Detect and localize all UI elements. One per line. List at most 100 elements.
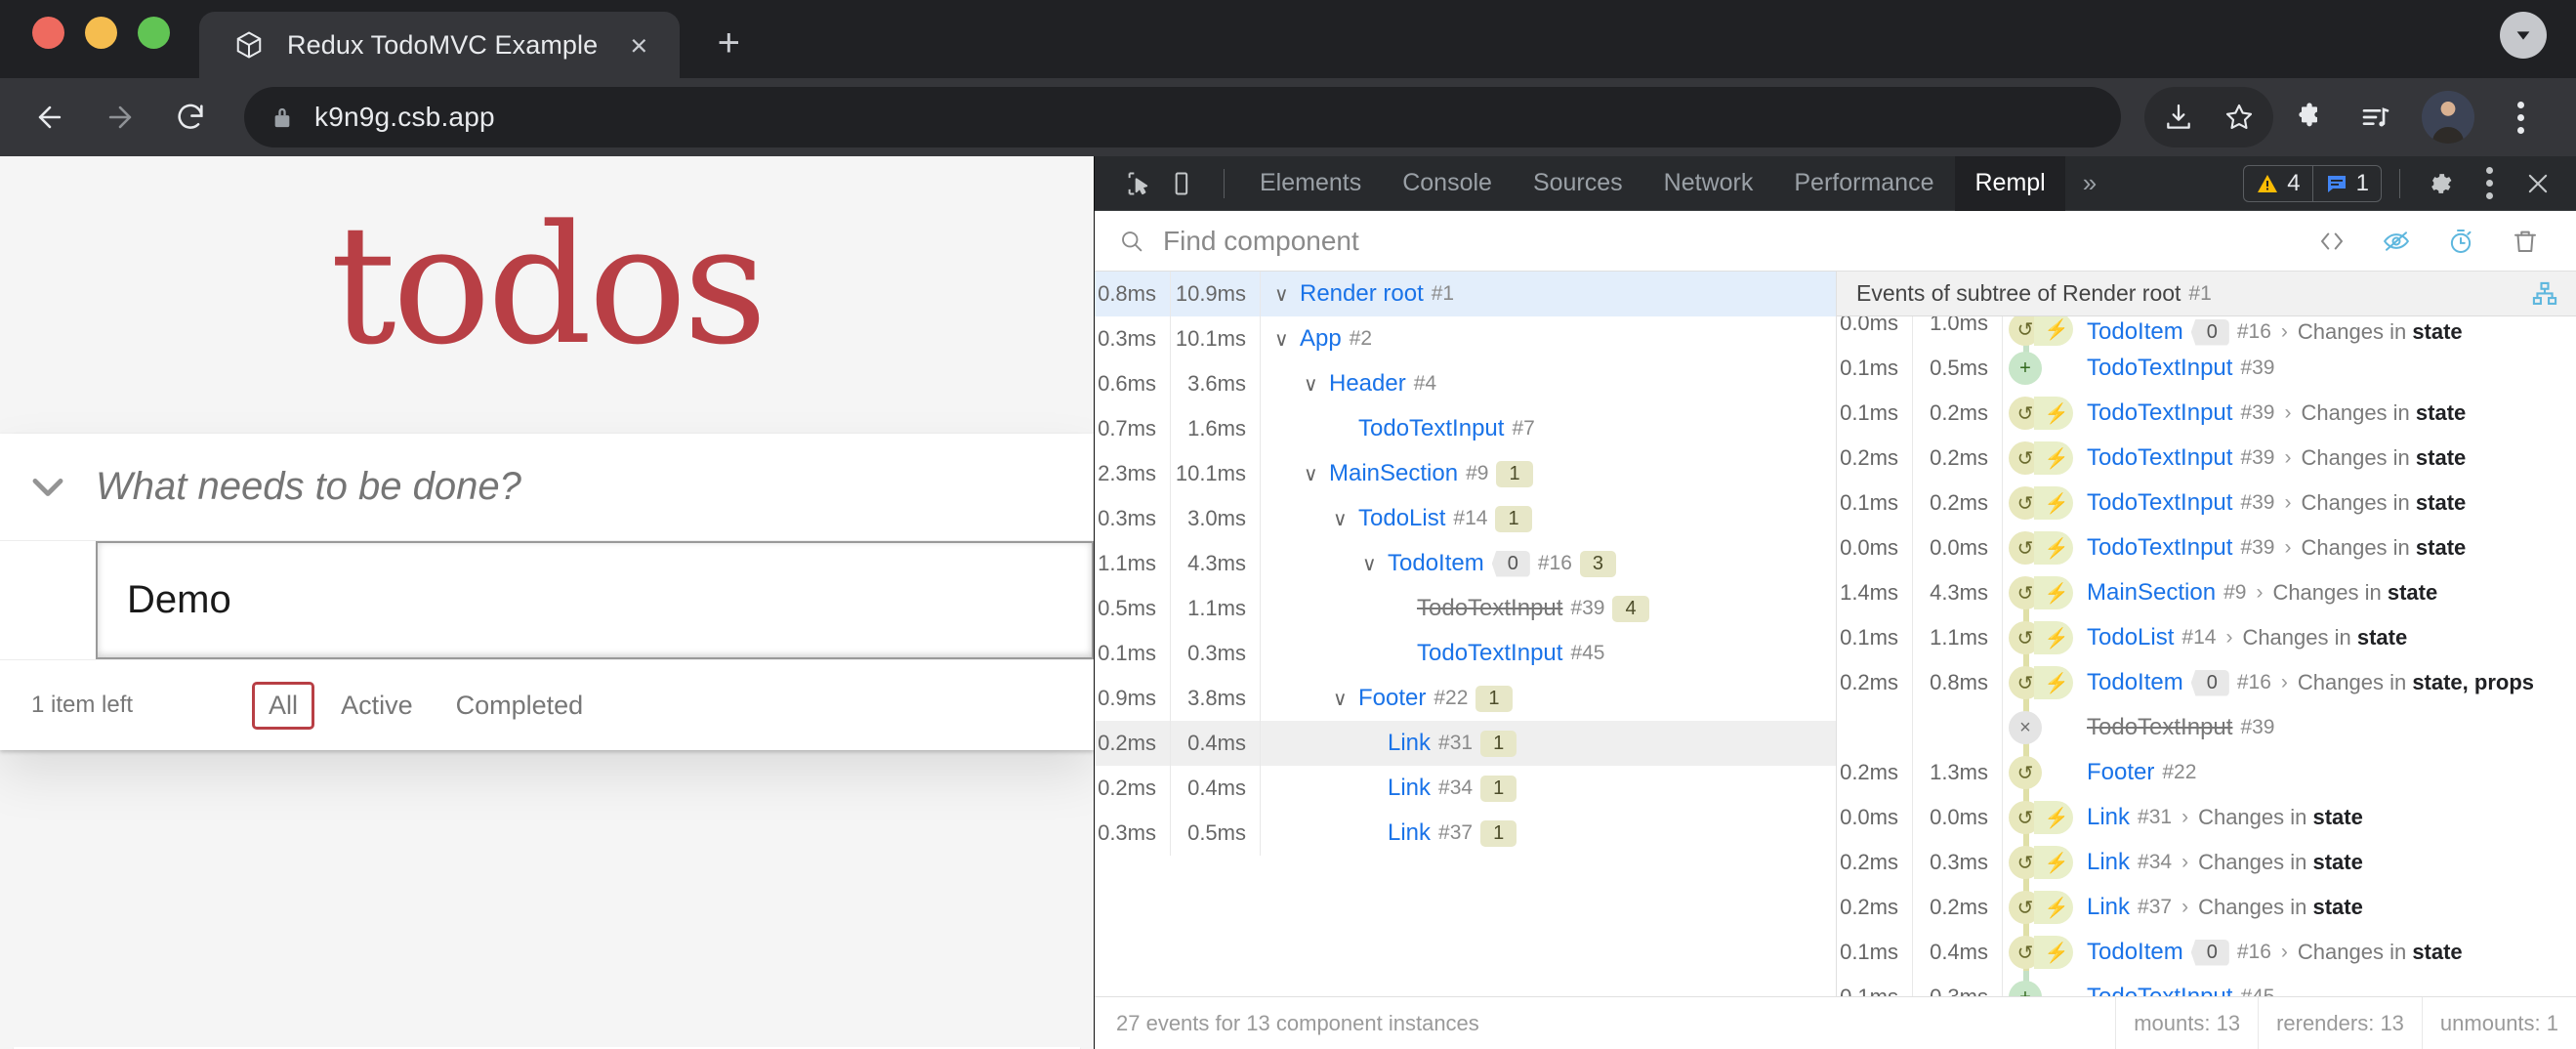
tree-row[interactable]: 1.1ms 4.3ms ∨ TodoItem 0 #16 3: [1095, 541, 1836, 586]
component-name[interactable]: TodoTextInput: [2087, 984, 2232, 996]
chevron-right-icon[interactable]: ›: [2180, 896, 2190, 919]
kebab-menu-icon[interactable]: [2467, 161, 2512, 206]
component-name[interactable]: TodoItem: [2087, 318, 2183, 346]
tab-rempl[interactable]: Rempl: [1955, 155, 2065, 211]
tree-row[interactable]: 0.2ms 0.4ms Link #31 1: [1095, 721, 1836, 766]
component-name[interactable]: TodoItem: [1388, 550, 1484, 577]
tree-row[interactable]: 0.3ms 3.0ms ∨ TodoList #14 1: [1095, 496, 1836, 541]
event-row[interactable]: × TodoTextInput #39: [1837, 701, 2576, 764]
tab-network[interactable]: Network: [1644, 156, 1773, 211]
event-row[interactable]: 0.1ms 1.1ms ↺ ⚡ TodoList #14 › Changes in state: [1837, 611, 2576, 674]
stopwatch-icon[interactable]: [2439, 220, 2482, 263]
event-row[interactable]: 0.1ms 0.2ms ↺ ⚡ TodoTextInput #39 › Changes in …: [1837, 391, 2576, 436]
chevron-down-icon[interactable]: ∨: [1333, 687, 1350, 711]
extensions-puzzle-icon[interactable]: [2279, 87, 2340, 147]
chevron-right-icon[interactable]: ›: [2282, 491, 2293, 515]
component-name[interactable]: Footer: [1358, 685, 1426, 712]
event-row[interactable]: 0.1ms 0.5ms + TodoTextInput #39: [1837, 342, 2576, 391]
component-name[interactable]: TodoTextInput: [1417, 640, 1562, 667]
chevron-right-icon[interactable]: ›: [2254, 581, 2264, 605]
component-name[interactable]: TodoTextInput: [1417, 595, 1562, 622]
filter-completed[interactable]: Completed: [439, 682, 601, 730]
profile-avatar[interactable]: [2422, 91, 2474, 144]
chevron-right-icon[interactable]: ›: [2282, 446, 2293, 470]
component-name[interactable]: MainSection: [1329, 460, 1458, 487]
close-icon[interactable]: ×: [619, 30, 658, 61]
event-row[interactable]: 0.1ms 0.4ms ↺ ⚡ TodoItem 0 #16 › Changes in stat…: [1837, 926, 2576, 988]
address-bar[interactable]: k9n9g.csb.app: [244, 87, 2121, 147]
chevron-right-icon[interactable]: ›: [2282, 401, 2293, 425]
todo-edit-input[interactable]: Demo: [96, 541, 1094, 659]
sitemap-icon[interactable]: [2531, 280, 2558, 308]
event-row[interactable]: 0.1ms0.3ms + TodoTextInput #45: [1837, 971, 2576, 996]
component-name[interactable]: Render root: [1300, 280, 1424, 308]
chevron-down-icon[interactable]: ∨: [1274, 282, 1292, 307]
chevron-right-icon[interactable]: ›: [2279, 941, 2290, 964]
component-name[interactable]: TodoList: [1358, 505, 1445, 532]
back-icon[interactable]: [20, 87, 80, 147]
download-chevron-icon[interactable]: [2500, 12, 2547, 59]
search-input[interactable]: [1163, 225, 2293, 257]
browser-tab[interactable]: Redux TodoMVC Example ×: [199, 12, 681, 78]
tab-sources[interactable]: Sources: [1514, 156, 1642, 211]
more-tabs-icon[interactable]: »: [2067, 168, 2112, 198]
tree-row[interactable]: 0.6ms 3.6ms ∨ Header #4: [1095, 361, 1836, 406]
component-name[interactable]: TodoTextInput: [2087, 399, 2232, 427]
minimize-window-button[interactable]: [85, 17, 117, 49]
component-name[interactable]: Link: [1388, 730, 1431, 757]
reload-icon[interactable]: [160, 87, 221, 147]
tree-row[interactable]: 0.2ms 0.4ms Link #34 1: [1095, 766, 1836, 811]
filter-active[interactable]: Active: [324, 682, 430, 730]
tree-row[interactable]: 0.8ms 10.9ms ∨ Render root #1: [1095, 272, 1836, 316]
component-name[interactable]: Link: [1388, 775, 1431, 802]
tree-row[interactable]: 0.1ms 0.3ms TodoTextInput #45: [1095, 631, 1836, 676]
event-row[interactable]: 1.4ms 4.3ms ↺ ⚡ MainSection #9 › Changes in sta…: [1837, 570, 2576, 629]
chevron-down-icon[interactable]: ∨: [1304, 462, 1321, 486]
chevron-right-icon[interactable]: ›: [2279, 320, 2290, 344]
events-list[interactable]: 0.0ms 1.0ms ↺ ⚡ TodoItem 0 #16 › Changes in stat…: [1837, 316, 2576, 996]
tree-row[interactable]: 2.3ms 10.1ms ∨ MainSection #9 1: [1095, 451, 1836, 496]
component-name[interactable]: TodoTextInput: [2087, 444, 2232, 472]
tab-console[interactable]: Console: [1383, 156, 1512, 211]
event-row[interactable]: 0.0ms 1.0ms ↺ ⚡ TodoItem 0 #16 › Changes in stat…: [1837, 316, 2576, 346]
new-todo-input[interactable]: [96, 465, 1094, 509]
chevron-down-icon[interactable]: ∨: [1362, 552, 1380, 576]
chevron-down-icon[interactable]: ∨: [1274, 327, 1292, 352]
chevron-down-icon[interactable]: ∨: [1304, 372, 1321, 397]
chevron-right-icon[interactable]: ›: [2279, 671, 2290, 694]
trash-icon[interactable]: [2504, 220, 2547, 263]
component-name[interactable]: MainSection: [2087, 579, 2216, 607]
component-name[interactable]: TodoTextInput: [2087, 714, 2232, 741]
bookmark-star-icon[interactable]: [2209, 87, 2269, 147]
tree-row[interactable]: 0.3ms 10.1ms ∨ App #2: [1095, 316, 1836, 361]
component-name[interactable]: TodoItem: [2087, 939, 2183, 966]
chevron-right-icon[interactable]: ›: [2180, 806, 2190, 829]
chevron-right-icon[interactable]: ›: [2282, 536, 2293, 560]
event-row[interactable]: 0.2ms 0.3ms ↺ ⚡ Link #34 › Changes in state: [1837, 836, 2576, 899]
component-name[interactable]: Link: [2087, 804, 2130, 831]
eye-off-icon[interactable]: [2375, 220, 2418, 263]
event-row[interactable]: 0.0ms 0.0ms ↺ ⚡ Link #31 › Changes in state: [1837, 791, 2576, 854]
event-row[interactable]: 0.1ms 0.2ms ↺ ⚡ TodoTextInput #39 › Changes in …: [1837, 481, 2576, 525]
event-row[interactable]: 0.0ms 0.0ms ↺ ⚡ TodoTextInput #39 › Changes in …: [1837, 525, 2576, 570]
tab-elements[interactable]: Elements: [1240, 156, 1381, 211]
forward-icon[interactable]: [90, 87, 150, 147]
gear-icon[interactable]: [2418, 161, 2463, 206]
component-name[interactable]: Footer: [2087, 759, 2154, 786]
download-icon[interactable]: [2148, 87, 2209, 147]
component-name[interactable]: TodoItem: [2087, 669, 2183, 696]
event-row[interactable]: 0.2ms 0.2ms ↺ ⚡ Link #37 › Changes in state: [1837, 881, 2576, 944]
warnings-badge[interactable]: 4: [2244, 166, 2311, 201]
component-name[interactable]: TodoTextInput: [2087, 489, 2232, 517]
component-name[interactable]: TodoTextInput: [2087, 534, 2232, 562]
close-window-button[interactable]: [32, 17, 64, 49]
new-tab-button[interactable]: +: [703, 23, 754, 63]
event-row[interactable]: 0.2ms 0.2ms ↺ ⚡ TodoTextInput #39 › Changes in …: [1837, 436, 2576, 481]
media-list-icon[interactable]: [2346, 87, 2406, 147]
kebab-menu-icon[interactable]: [2490, 87, 2551, 147]
chevron-down-icon[interactable]: [0, 475, 96, 500]
component-name[interactable]: App: [1300, 325, 1342, 353]
maximize-window-button[interactable]: [138, 17, 170, 49]
component-name[interactable]: TodoTextInput: [2087, 355, 2232, 382]
messages-badge[interactable]: 1: [2311, 165, 2381, 201]
